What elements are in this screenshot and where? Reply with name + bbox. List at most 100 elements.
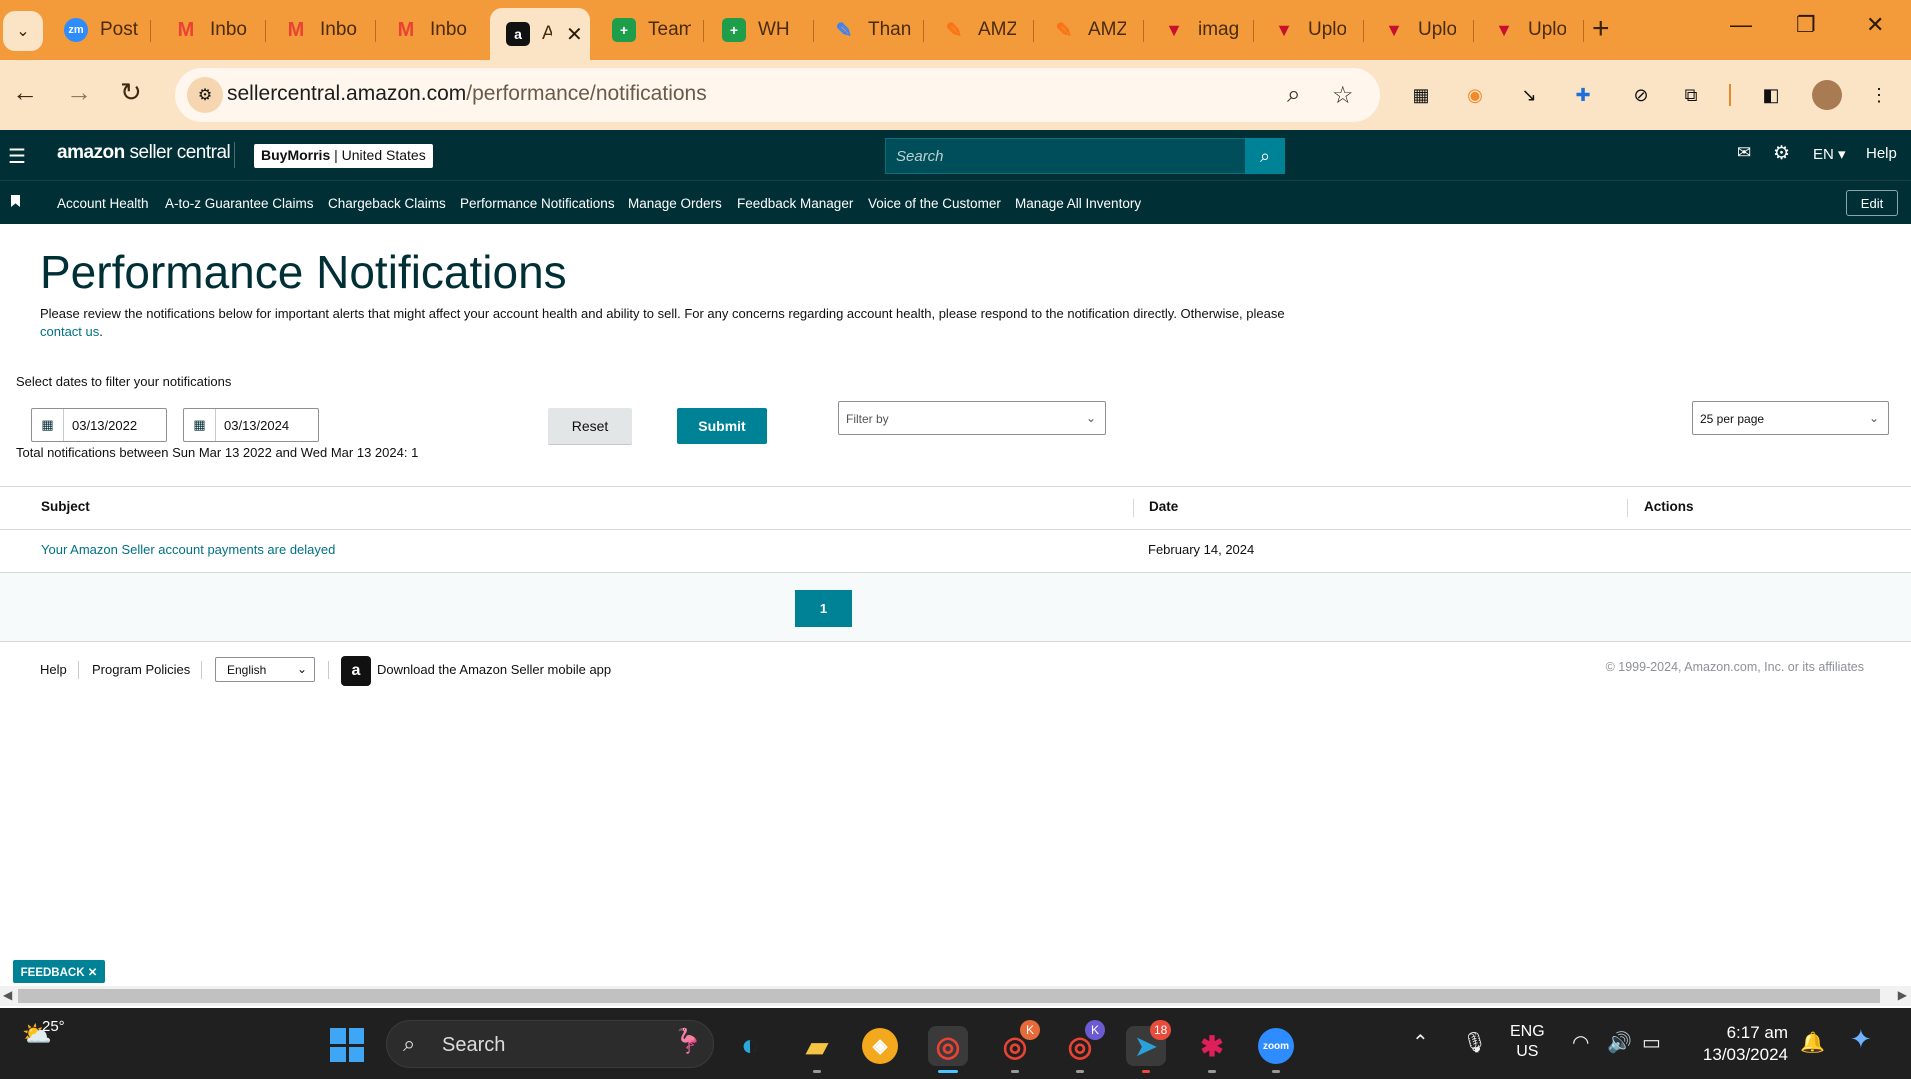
bookmark-icon[interactable]	[11, 195, 20, 207]
browser-tab[interactable]: ▼ Uplo	[1256, 10, 1346, 50]
star-icon[interactable]: ☆	[1332, 81, 1354, 110]
restore-icon[interactable]: ❐	[1796, 12, 1816, 38]
forward-icon[interactable]: →	[66, 77, 92, 108]
browser-tab[interactable]: ✎ Than	[816, 10, 911, 50]
extension-off-icon[interactable]: ⊘	[1628, 82, 1654, 108]
program-policies-link[interactable]: Program Policies	[92, 662, 190, 677]
nav-performance-notifications[interactable]: Performance Notifications	[460, 196, 615, 211]
browser-tab[interactable]: ▼ Uplo	[1476, 10, 1566, 50]
nav-a-to-z-claims[interactable]: A-to-z Guarantee Claims	[165, 196, 314, 211]
side-panel-icon[interactable]: ◧	[1758, 82, 1784, 108]
chevron-up-icon[interactable]: ⌃	[1412, 1030, 1429, 1055]
submit-button[interactable]: Submit	[677, 408, 767, 444]
edge-icon[interactable]: ◐	[730, 1026, 770, 1066]
header-search-input[interactable]: Search ⌕	[885, 138, 1285, 174]
back-icon[interactable]: ←	[12, 77, 38, 108]
extension-blue-icon[interactable]: ✚	[1570, 82, 1596, 108]
site-info-icon[interactable]: ⚙	[187, 77, 223, 113]
browser-tab[interactable]: ▼ imag	[1146, 10, 1241, 50]
reload-icon[interactable]: ↻	[120, 77, 142, 108]
browser-tab[interactable]: + WH I	[706, 10, 796, 50]
calendar-icon[interactable]: ▦	[32, 409, 64, 441]
extension-orange-icon[interactable]: ◉	[1462, 82, 1488, 108]
window-close-icon[interactable]: ✕	[1866, 12, 1884, 38]
nav-manage-inventory[interactable]: Manage All Inventory	[1015, 196, 1141, 211]
amazon-app-icon[interactable]: a	[341, 656, 371, 686]
nav-voice-of-customer[interactable]: Voice of the Customer	[868, 196, 1001, 211]
system-clock[interactable]: 6:17 am 13/03/2024	[1688, 1022, 1788, 1066]
close-icon[interactable]: ✕	[566, 22, 583, 47]
kebab-menu-icon[interactable]: ⋮	[1866, 82, 1892, 108]
scrollbar-thumb[interactable]	[18, 989, 1880, 1003]
intro-text: Please review the notifications below fo…	[40, 305, 1300, 341]
wifi-icon[interactable]: ◠	[1572, 1030, 1589, 1055]
zoom-magnifier-icon[interactable]: ⌕	[1287, 81, 1300, 109]
feedback-button[interactable]: FEEDBACK ✕	[13, 960, 105, 983]
notification-subject-link[interactable]: Your Amazon Seller account payments are …	[41, 542, 335, 557]
input-language[interactable]: ENG US	[1510, 1022, 1545, 1062]
file-explorer-icon[interactable]: ▰	[797, 1026, 837, 1066]
lang-region: US	[1516, 1043, 1539, 1060]
search-icon[interactable]: ⌕	[1245, 138, 1285, 174]
microphone-icon[interactable]: 🎙	[1462, 1030, 1487, 1055]
browser-tab[interactable]: zm Post	[48, 10, 138, 50]
help-link[interactable]: Help	[1866, 145, 1897, 162]
browser-tab[interactable]: M Inbo	[158, 10, 248, 50]
taskbar-search[interactable]: ⌕ Search 🦩	[386, 1020, 714, 1068]
battery-icon[interactable]: ▭	[1642, 1030, 1661, 1055]
calendar-icon[interactable]: ▦	[184, 409, 216, 441]
footer-help-link[interactable]: Help	[40, 662, 67, 677]
nav-feedback-manager[interactable]: Feedback Manager	[737, 196, 853, 211]
edit-nav-button[interactable]: Edit	[1846, 190, 1898, 216]
horizontal-scrollbar[interactable]: ◀ ▶	[0, 986, 1911, 1006]
browser-tab[interactable]: M Inbo	[378, 10, 468, 50]
scroll-left-icon[interactable]: ◀	[3, 988, 12, 1002]
address-bar[interactable]: ⚙ sellercentral.amazon.com/performance/n…	[175, 68, 1380, 122]
end-date-field[interactable]: ▦ 03/13/2024	[183, 408, 319, 442]
reset-button[interactable]: Reset	[548, 408, 632, 444]
slack-icon[interactable]: ✱	[1192, 1026, 1232, 1066]
browser-tab-active[interactable]: a A ✕	[490, 8, 590, 60]
zoom-app-icon[interactable]: zoom	[1258, 1028, 1294, 1064]
footer-language-select[interactable]: English ⌄	[215, 657, 315, 682]
browser-tab[interactable]: ▼ Uplo	[1366, 10, 1456, 50]
page-1-button[interactable]: 1	[795, 590, 852, 627]
nav-chargeback-claims[interactable]: Chargeback Claims	[328, 196, 446, 211]
scroll-right-icon[interactable]: ▶	[1898, 988, 1907, 1002]
nav-account-health[interactable]: Account Health	[57, 196, 149, 211]
url-text[interactable]: sellercentral.amazon.com/performance/not…	[227, 82, 707, 106]
language-selector[interactable]: EN ▾	[1813, 145, 1846, 163]
brave-wallet-icon[interactable]: ◈	[862, 1028, 898, 1064]
volume-icon[interactable]: 🔊	[1607, 1030, 1632, 1055]
new-tab-icon[interactable]: +	[1592, 12, 1610, 46]
tab-label: Inbo	[210, 19, 247, 40]
puzzle-icon[interactable]: ⧉	[1678, 82, 1704, 108]
mail-icon[interactable]: ✉	[1737, 143, 1751, 163]
chrome-icon[interactable]: ◎	[928, 1026, 968, 1066]
windows-start-icon[interactable]	[330, 1028, 364, 1062]
notification-bell-icon[interactable]: 🔔	[1800, 1030, 1825, 1055]
avatar[interactable]	[1812, 80, 1842, 110]
copilot-icon[interactable]: ✦	[1850, 1024, 1872, 1055]
browser-tab[interactable]: ✎ AMZ	[926, 10, 1016, 50]
download-app-link[interactable]: Download the Amazon Seller mobile app	[377, 662, 611, 677]
browser-tab[interactable]: M Inbo	[268, 10, 358, 50]
qr-code-icon[interactable]: ▦	[1408, 82, 1434, 108]
weather-widget[interactable]: ⛅ 25°	[22, 1018, 65, 1049]
tab-search-button[interactable]: ⌄	[3, 11, 43, 51]
sheets-plus-icon: +	[722, 18, 746, 42]
contact-us-link[interactable]: contact us	[40, 324, 99, 339]
nav-manage-orders[interactable]: Manage Orders	[628, 196, 722, 211]
hamburger-menu-icon[interactable]: ☰	[8, 144, 26, 169]
extension-arrow-icon[interactable]: ↘	[1516, 82, 1542, 108]
seller-central-logo[interactable]: amazon seller central	[57, 142, 231, 164]
store-switcher[interactable]: BuyMorris | United States	[254, 144, 433, 168]
gear-icon[interactable]: ⚙	[1773, 142, 1790, 165]
start-date-field[interactable]: ▦ 03/13/2022	[31, 408, 167, 442]
per-page-select[interactable]: 25 per page ⌄	[1692, 401, 1889, 435]
browser-tab[interactable]: ✎ AMZ	[1036, 10, 1126, 50]
minimize-icon[interactable]: —	[1730, 12, 1752, 38]
filter-by-select[interactable]: Filter by ⌄	[838, 401, 1106, 435]
browser-tab[interactable]: + Team	[596, 10, 691, 50]
browser-toolbar: ← → ↻ ⚙ sellercentral.amazon.com/perform…	[0, 60, 1911, 130]
